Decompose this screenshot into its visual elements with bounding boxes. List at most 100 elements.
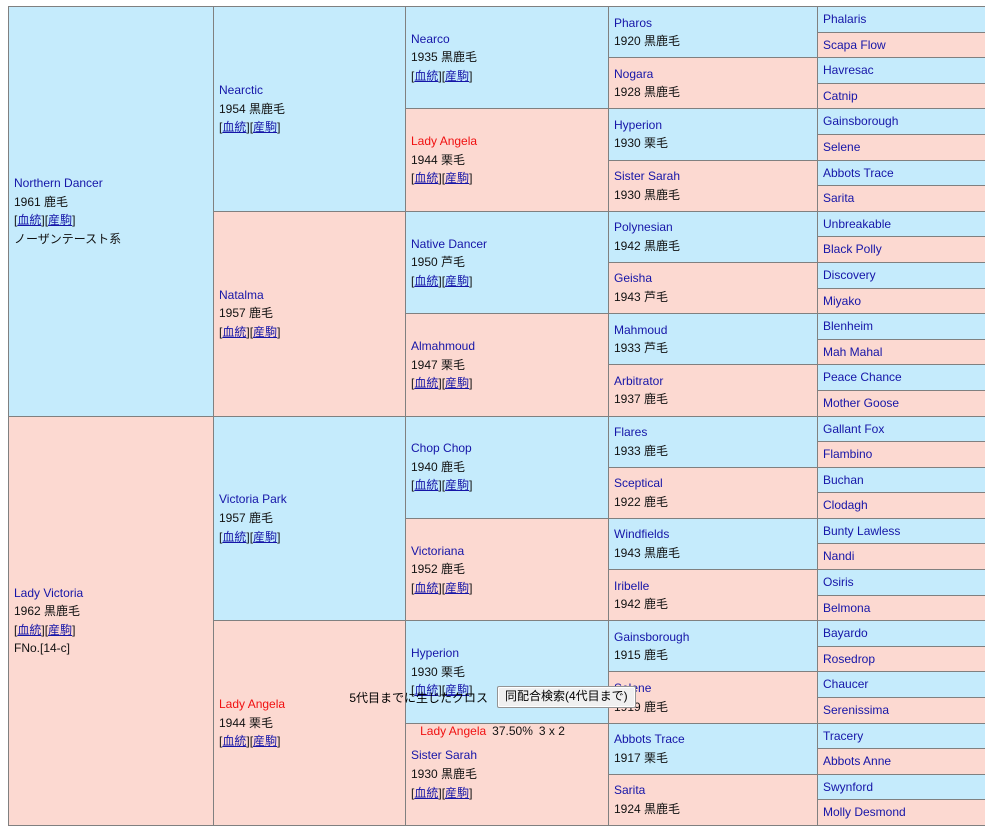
horse-link-offspring[interactable]: 産駒: [253, 120, 277, 134]
horse-name-link[interactable]: Blenheim: [823, 317, 985, 336]
horse-name-link[interactable]: Flares: [614, 423, 813, 442]
horse-link-pedigree[interactable]: 血統: [414, 786, 438, 800]
horse-link-pedigree[interactable]: 血統: [414, 581, 438, 595]
horse-name-link[interactable]: Sister Sarah: [614, 167, 813, 186]
horse-link-pedigree[interactable]: 血統: [222, 325, 246, 339]
horse-name-link[interactable]: Unbreakable: [823, 215, 985, 234]
pedigree-cell-gen5: Gallant Fox: [818, 416, 985, 442]
horse-name-link[interactable]: Nandi: [823, 547, 985, 566]
horse-link-pedigree[interactable]: 血統: [414, 171, 438, 185]
horse-year-coat: 1952 鹿毛: [411, 560, 604, 579]
horse-detail-links: [血統][産駒]: [219, 323, 401, 342]
horse-link-offspring[interactable]: 産駒: [253, 325, 277, 339]
horse-year-coat: 1924 黒鹿毛: [614, 800, 813, 819]
horse-name-link[interactable]: Miyako: [823, 292, 985, 311]
horse-name-link[interactable]: Bunty Lawless: [823, 522, 985, 541]
horse-link-pedigree[interactable]: 血統: [414, 274, 438, 288]
horse-name-link[interactable]: Gainsborough: [823, 112, 985, 131]
horse-link-pedigree[interactable]: 血統: [222, 530, 246, 544]
horse-name-link[interactable]: Natalma: [219, 286, 401, 305]
horse-name-link[interactable]: Lady Victoria: [14, 584, 209, 603]
horse-link-offspring[interactable]: 産駒: [48, 213, 72, 227]
pedigree-cell-gen5: Abbots Trace: [818, 160, 985, 186]
horse-name-link[interactable]: Molly Desmond: [823, 803, 985, 822]
cross-entry: Lady Angela37.50%3 x 2: [0, 724, 985, 738]
horse-name-link[interactable]: Sarita: [823, 189, 985, 208]
horse-link-offspring[interactable]: 産駒: [445, 581, 469, 595]
horse-name-link[interactable]: Swynford: [823, 778, 985, 797]
horse-name-link[interactable]: Rosedrop: [823, 650, 985, 669]
horse-name-link[interactable]: Flambino: [823, 445, 985, 464]
horse-name-link[interactable]: Nearco: [411, 30, 604, 49]
horse-name-link[interactable]: Polynesian: [614, 218, 813, 237]
cross-horse-link[interactable]: Lady Angela: [420, 724, 486, 738]
pedigree-cell-gen5: Peace Chance: [818, 365, 985, 391]
horse-year-coat: 1917 栗毛: [614, 749, 813, 768]
horse-name-link[interactable]: Victoria Park: [219, 490, 401, 509]
horse-name-link[interactable]: Abbots Anne: [823, 752, 985, 771]
horse-name-link[interactable]: Scapa Flow: [823, 36, 985, 55]
pedigree-cell-gen5: Blenheim: [818, 314, 985, 340]
horse-name-link[interactable]: Abbots Trace: [823, 164, 985, 183]
horse-name-link[interactable]: Nearctic: [219, 81, 401, 100]
horse-name-link[interactable]: Mah Mahal: [823, 343, 985, 362]
horse-link-pedigree[interactable]: 血統: [17, 213, 41, 227]
horse-name-link[interactable]: Pharos: [614, 14, 813, 33]
horse-name-link[interactable]: Nogara: [614, 65, 813, 84]
horse-name-link[interactable]: Buchan: [823, 471, 985, 490]
horse-link-offspring[interactable]: 産駒: [253, 530, 277, 544]
horse-year-coat: 1940 鹿毛: [411, 458, 604, 477]
pedigree-cell-gen5: Scapa Flow: [818, 32, 985, 58]
horse-name-link[interactable]: Phalaris: [823, 10, 985, 29]
horse-link-pedigree[interactable]: 血統: [414, 69, 438, 83]
horse-link-offspring[interactable]: 産駒: [445, 69, 469, 83]
horse-name-link[interactable]: Osiris: [823, 573, 985, 592]
horse-name-link[interactable]: Black Polly: [823, 240, 985, 259]
horse-name-link[interactable]: Sarita: [614, 781, 813, 800]
horse-name-link[interactable]: Mother Goose: [823, 394, 985, 413]
horse-link-pedigree[interactable]: 血統: [414, 376, 438, 390]
horse-name-link[interactable]: Bayardo: [823, 624, 985, 643]
horse-name-link[interactable]: Iribelle: [614, 577, 813, 596]
horse-link-offspring[interactable]: 産駒: [445, 786, 469, 800]
horse-link-pedigree[interactable]: 血統: [17, 623, 41, 637]
horse-name-link[interactable]: Hyperion: [411, 644, 604, 663]
horse-name-link[interactable]: Sister Sarah: [411, 746, 604, 765]
horse-name-link[interactable]: Havresac: [823, 61, 985, 80]
horse-name-link[interactable]: Hyperion: [614, 116, 813, 135]
pedigree-cell-gen4: Windfields1943 黒鹿毛: [609, 518, 818, 569]
horse-name-link[interactable]: Catnip: [823, 87, 985, 106]
horse-name-link[interactable]: Chop Chop: [411, 439, 604, 458]
horse-name-link[interactable]: Peace Chance: [823, 368, 985, 387]
horse-link-offspring[interactable]: 産駒: [48, 623, 72, 637]
same-mating-search-button[interactable]: 同配合検索(4代目まで): [497, 686, 636, 708]
horse-name-link[interactable]: Discovery: [823, 266, 985, 285]
horse-name-link[interactable]: Almahmoud: [411, 337, 604, 356]
horse-name-link[interactable]: Geisha: [614, 269, 813, 288]
pedigree-cell-gen4: Gainsborough1915 鹿毛: [609, 621, 818, 672]
pedigree-cell-gen5: Gainsborough: [818, 109, 985, 135]
horse-name-link[interactable]: Belmona: [823, 599, 985, 618]
horse-name-link[interactable]: Gallant Fox: [823, 420, 985, 439]
horse-year-coat: 1915 鹿毛: [614, 646, 813, 665]
horse-name-link[interactable]: Victoriana: [411, 542, 604, 561]
pedigree-cell-gen3: Lady Angela1944 栗毛[血統][産駒]: [406, 109, 609, 211]
horse-name-link[interactable]: Mahmoud: [614, 321, 813, 340]
horse-name-link[interactable]: Selene: [823, 138, 985, 157]
horse-link-pedigree[interactable]: 血統: [222, 120, 246, 134]
horse-link-pedigree[interactable]: 血統: [414, 478, 438, 492]
horse-name-link[interactable]: Gainsborough: [614, 628, 813, 647]
horse-name-link[interactable]: Sceptical: [614, 474, 813, 493]
horse-year-coat: 1937 鹿毛: [614, 390, 813, 409]
horse-link-offspring[interactable]: 産駒: [445, 171, 469, 185]
cross-label: 5代目までに生じたクロス: [349, 689, 488, 706]
horse-name-link[interactable]: Arbitrator: [614, 372, 813, 391]
horse-name-link[interactable]: Clodagh: [823, 496, 985, 515]
horse-link-offspring[interactable]: 産駒: [445, 478, 469, 492]
horse-name-link[interactable]: Windfields: [614, 525, 813, 544]
horse-link-offspring[interactable]: 産駒: [445, 376, 469, 390]
horse-name-link[interactable]: Lady Angela: [411, 132, 604, 151]
horse-link-offspring[interactable]: 産駒: [445, 274, 469, 288]
horse-name-link[interactable]: Native Dancer: [411, 235, 604, 254]
horse-name-link[interactable]: Northern Dancer: [14, 174, 209, 193]
